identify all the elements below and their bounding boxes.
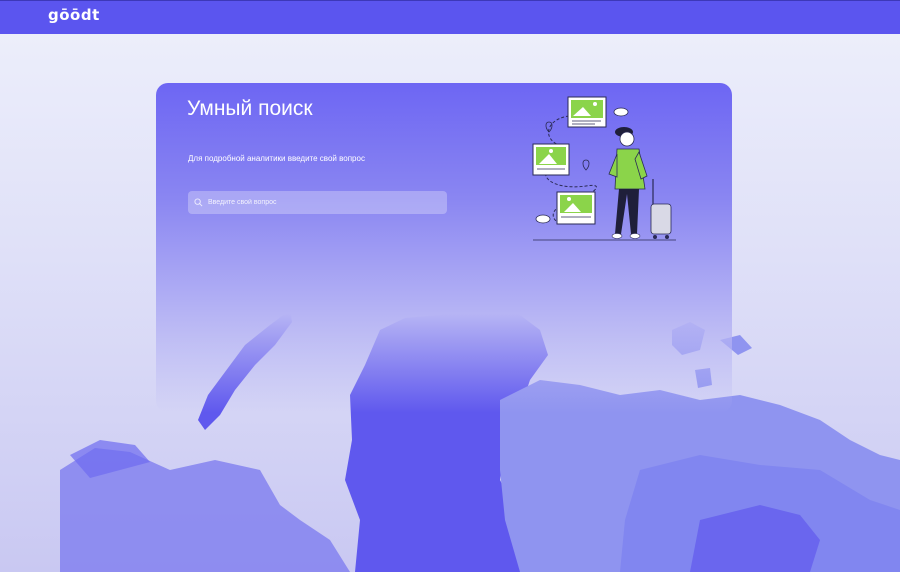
search-instruction-text: Для подробной аналитики введите свой воп…	[188, 154, 365, 163]
top-navigation-bar: gōōdt	[0, 0, 900, 34]
map-region-kola	[70, 440, 150, 478]
brand-logo[interactable]: gōōdt	[48, 6, 100, 24]
suitcase-icon	[650, 179, 672, 239]
search-input[interactable]	[208, 199, 438, 206]
traveler-figure	[608, 127, 648, 239]
search-icon	[194, 198, 203, 207]
map-region-west	[60, 448, 350, 572]
photo-card-icon	[556, 191, 596, 225]
traveler-illustration	[532, 96, 676, 241]
map-region-east-dark	[690, 505, 820, 572]
map-region-far-east	[620, 455, 900, 572]
page-title: Умный поиск	[187, 97, 313, 120]
photo-card-icon	[532, 143, 570, 176]
smart-search-card: Умный поиск Для подробной аналитики введ…	[156, 83, 732, 413]
search-box[interactable]	[188, 191, 447, 214]
photo-card-icon	[567, 96, 607, 128]
